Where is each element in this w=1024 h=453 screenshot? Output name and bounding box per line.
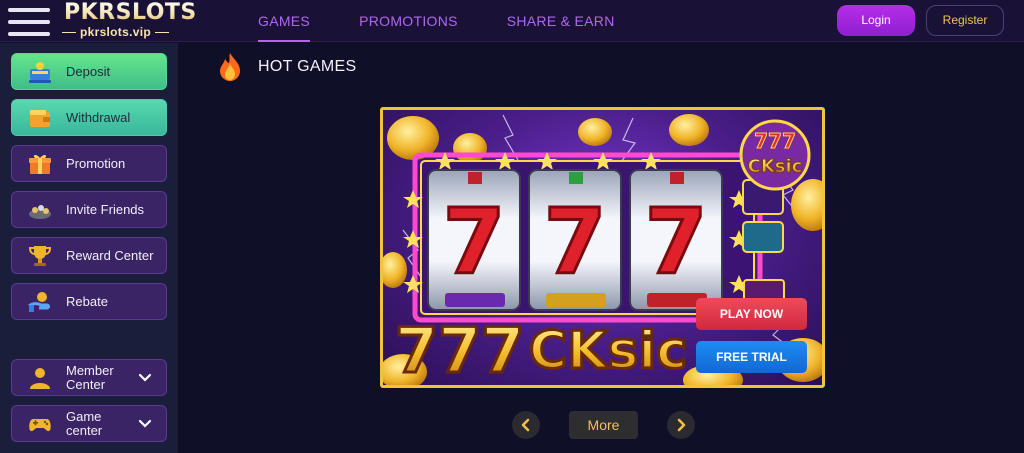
sidebar: Deposit Withdrawal Promotion Invite Frie… — [0, 43, 178, 453]
next-button[interactable] — [667, 411, 695, 439]
sidebar-item-label: Rebate — [66, 294, 108, 309]
trophy-icon — [26, 244, 54, 268]
chevron-down-icon[interactable] — [138, 417, 152, 431]
section-title: HOT GAMES — [216, 52, 356, 82]
rebate-icon — [26, 290, 54, 314]
sidebar-item-withdrawal[interactable]: Withdrawal — [11, 99, 167, 136]
sidebar-item-label: Member Center — [66, 362, 114, 392]
sidebar-item-label: Game center — [66, 408, 103, 438]
svg-text:CKsic: CKsic — [529, 321, 687, 381]
member-icon — [26, 366, 54, 390]
sidebar-item-label: Invite Friends — [66, 202, 145, 217]
svg-text:7: 7 — [544, 190, 607, 295]
deposit-icon — [26, 60, 54, 84]
wallet-icon — [26, 106, 54, 130]
nav-promotions[interactable]: PROMOTIONS — [341, 0, 476, 42]
site-logo[interactable]: PKRSLOTS pkrslots.vip — [62, 0, 214, 42]
svg-text:7: 7 — [645, 190, 708, 295]
svg-text:777: 777 — [395, 314, 524, 387]
svg-text:7: 7 — [443, 190, 506, 295]
svg-text:777: 777 — [754, 129, 796, 153]
sidebar-item-label: Reward Center — [66, 248, 154, 263]
gift-icon — [26, 152, 54, 176]
sidebar-item-promotion[interactable]: Promotion — [11, 145, 167, 182]
previous-button[interactable] — [512, 411, 540, 439]
sidebar-game-center[interactable]: Game center — [11, 405, 167, 442]
sidebar-member-center[interactable]: Member Center — [11, 359, 167, 396]
label-line: Member — [66, 362, 114, 378]
label-line: Game — [66, 408, 102, 424]
invite-friends-icon — [26, 198, 54, 222]
register-button[interactable]: Register — [926, 5, 1004, 36]
fire-icon — [220, 53, 240, 81]
sidebar-item-label: Promotion — [66, 156, 126, 171]
sidebar-item-label: Deposit — [66, 64, 111, 79]
sidebar-item-reward-center[interactable]: Reward Center — [11, 237, 167, 274]
chevron-right-icon — [677, 418, 686, 432]
sidebar-item-invite-friends[interactable]: Invite Friends — [11, 191, 167, 228]
main-nav: GAMES PROMOTIONS SHARE & EARN — [240, 0, 633, 42]
nav-games[interactable]: GAMES — [240, 0, 328, 42]
menu-icon[interactable] — [6, 6, 52, 38]
free-trial-button[interactable]: FREE TRIAL — [696, 341, 807, 373]
hot-games-label: HOT GAMES — [258, 58, 357, 75]
label-line: Center — [66, 376, 106, 392]
chevron-down-icon[interactable] — [138, 371, 152, 385]
chevron-left-icon — [521, 418, 530, 432]
play-now-button[interactable]: PLAY NOW — [696, 298, 807, 330]
top-header: PKRSLOTS pkrslots.vip GAMES PROMOTIONS S… — [0, 0, 1024, 42]
sidebar-item-label: Withdrawal — [66, 110, 131, 125]
gamepad-icon — [26, 412, 54, 436]
nav-share-earn[interactable]: SHARE & EARN — [489, 0, 633, 42]
more-button[interactable]: More — [569, 411, 638, 439]
svg-text:CKsic: CKsic — [748, 156, 803, 177]
sidebar-item-rebate[interactable]: Rebate — [11, 283, 167, 320]
sidebar-item-deposit[interactable]: Deposit — [11, 53, 167, 90]
logo-subtext: pkrslots.vip — [62, 25, 169, 39]
logo-text: PKRSLOTS — [64, 0, 197, 25]
label-line: center — [66, 422, 103, 438]
login-button[interactable]: Login — [837, 5, 915, 36]
